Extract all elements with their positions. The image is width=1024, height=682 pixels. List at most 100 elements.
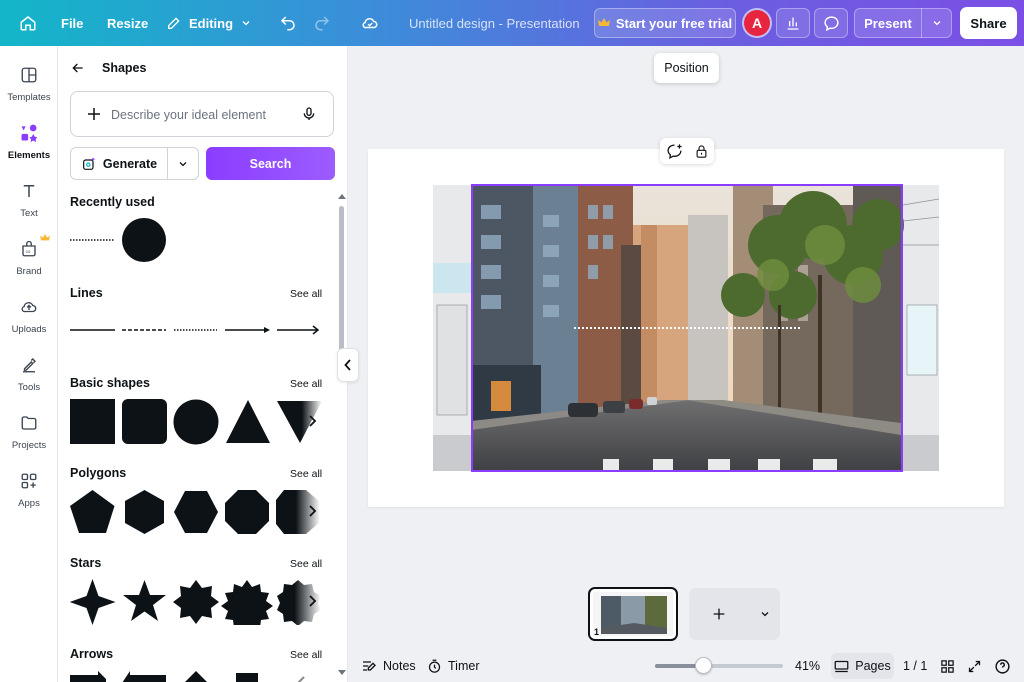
present-button[interactable]: Present bbox=[854, 8, 952, 38]
avatar[interactable]: A bbox=[744, 10, 770, 36]
comments-button[interactable] bbox=[814, 8, 848, 38]
home-icon bbox=[20, 16, 36, 31]
share-button[interactable]: Share bbox=[960, 7, 1017, 39]
plus-icon bbox=[713, 608, 725, 620]
see-all-stars[interactable]: See all bbox=[290, 558, 322, 570]
plus-icon bbox=[88, 108, 100, 120]
present-label: Present bbox=[864, 15, 912, 31]
left-arrow-shape bbox=[122, 671, 166, 682]
pentagon-shape bbox=[70, 490, 115, 533]
notes-button[interactable]: Notes bbox=[361, 650, 416, 682]
rail-item-uploads[interactable]: Uploads bbox=[0, 290, 58, 346]
trial-label: Start your free trial bbox=[615, 15, 733, 31]
chevron-right-icon[interactable] bbox=[308, 414, 318, 428]
section-title-arrows: Arrows bbox=[70, 647, 114, 661]
zoom-percentage[interactable]: 41% bbox=[795, 650, 820, 682]
scroll-down-icon[interactable] bbox=[338, 670, 346, 676]
comment-icon bbox=[823, 15, 839, 31]
notes-icon bbox=[363, 661, 376, 671]
file-menu[interactable]: File bbox=[61, 0, 83, 46]
collapse-panel-button[interactable] bbox=[337, 348, 359, 382]
chevron-right-icon[interactable] bbox=[308, 504, 318, 518]
right-arrow-shape bbox=[70, 671, 106, 682]
magic-generate-icon bbox=[82, 156, 95, 170]
scroll-up-icon[interactable] bbox=[338, 193, 346, 199]
apps-icon bbox=[18, 470, 40, 492]
describe-element-input[interactable] bbox=[111, 104, 291, 126]
rail-item-templates[interactable]: Templates bbox=[0, 58, 58, 114]
rail-item-tools[interactable]: Tools bbox=[0, 348, 58, 404]
crown-icon bbox=[40, 234, 50, 241]
rail-item-apps[interactable]: Apps bbox=[0, 464, 58, 520]
element-search-box[interactable] bbox=[70, 91, 334, 137]
generate-main[interactable]: Generate bbox=[71, 156, 167, 172]
zoom-slider-handle[interactable] bbox=[695, 657, 712, 674]
grid-view-icon bbox=[941, 659, 954, 673]
rail-item-brand[interactable]: co Brand bbox=[0, 232, 58, 288]
rail-label: Projects bbox=[11, 440, 47, 451]
section-title-polygons: Polygons bbox=[70, 466, 127, 480]
present-options-toggle[interactable] bbox=[922, 17, 951, 29]
block-arrow-shape bbox=[236, 673, 258, 682]
generate-options-toggle[interactable] bbox=[168, 158, 198, 170]
chevron-down-icon bbox=[179, 161, 187, 166]
see-all-lines[interactable]: See all bbox=[290, 288, 322, 300]
microphone-icon[interactable] bbox=[301, 105, 317, 123]
four-point-star-shape bbox=[69, 579, 116, 625]
timer-icon bbox=[428, 659, 441, 673]
lines-row bbox=[70, 322, 322, 343]
templates-icon bbox=[18, 64, 40, 86]
back-arrow-icon[interactable] bbox=[70, 60, 86, 76]
add-page-options[interactable] bbox=[749, 608, 780, 620]
home-button[interactable] bbox=[19, 0, 37, 46]
lock-icon[interactable] bbox=[694, 143, 709, 160]
fullscreen-button[interactable] bbox=[967, 650, 982, 682]
undo-button[interactable] bbox=[279, 0, 297, 46]
hexagon-wide-shape bbox=[174, 491, 218, 533]
search-button[interactable]: Search bbox=[206, 147, 335, 180]
add-page-plus[interactable] bbox=[689, 606, 749, 622]
octagon-shape bbox=[225, 490, 269, 534]
text-icon bbox=[18, 180, 40, 202]
recent-shapes bbox=[70, 218, 180, 269]
section-title-basic: Basic shapes bbox=[70, 376, 150, 390]
arrows-row bbox=[70, 670, 322, 682]
tools-icon bbox=[18, 354, 40, 376]
timer-button[interactable]: Timer bbox=[427, 650, 479, 682]
rail-item-elements[interactable]: Elements bbox=[0, 116, 58, 172]
start-free-trial-button[interactable]: Start your free trial bbox=[594, 8, 736, 38]
add-comment-icon[interactable] bbox=[666, 143, 683, 160]
panel-header: Shapes bbox=[70, 60, 146, 76]
page-thumbnail[interactable]: 1 bbox=[588, 587, 678, 641]
chevron-right-icon[interactable] bbox=[308, 594, 318, 608]
page-thumbnail-preview bbox=[593, 592, 673, 636]
grid-view-button[interactable] bbox=[940, 650, 955, 682]
dotted-line-element[interactable] bbox=[574, 327, 800, 329]
rail-label: Elements bbox=[7, 150, 51, 161]
rail-item-text[interactable]: Text bbox=[0, 174, 58, 230]
pencil-icon bbox=[168, 17, 180, 29]
chevron-down-icon bbox=[761, 612, 768, 617]
help-button[interactable] bbox=[994, 650, 1011, 682]
pages-button[interactable]: Pages bbox=[831, 653, 894, 679]
redo-button[interactable] bbox=[313, 0, 331, 46]
position-tooltip: Position bbox=[654, 53, 719, 83]
editing-mode-dropdown[interactable]: Editing bbox=[166, 0, 252, 46]
cloud-save-button[interactable] bbox=[360, 0, 380, 46]
triangle-shape bbox=[226, 400, 270, 443]
bar-chart-icon bbox=[787, 17, 799, 30]
rail-item-projects[interactable]: Projects bbox=[0, 406, 58, 462]
see-all-basic[interactable]: See all bbox=[290, 378, 322, 390]
generate-button[interactable]: Generate bbox=[70, 147, 199, 180]
panel-title: Shapes bbox=[102, 61, 147, 75]
brand-icon: co bbox=[18, 238, 40, 260]
see-all-polygons[interactable]: See all bbox=[290, 468, 322, 480]
resize-button[interactable]: Resize bbox=[107, 0, 148, 46]
document-title[interactable]: Untitled design - Presentation bbox=[409, 0, 580, 46]
panel-scrollbar[interactable] bbox=[339, 206, 344, 356]
pages-label: Pages bbox=[855, 659, 891, 673]
see-all-arrows[interactable]: See all bbox=[290, 649, 322, 661]
seven-point-star-shape bbox=[173, 580, 219, 624]
insights-button[interactable] bbox=[776, 8, 810, 38]
add-page-button[interactable] bbox=[689, 588, 780, 640]
